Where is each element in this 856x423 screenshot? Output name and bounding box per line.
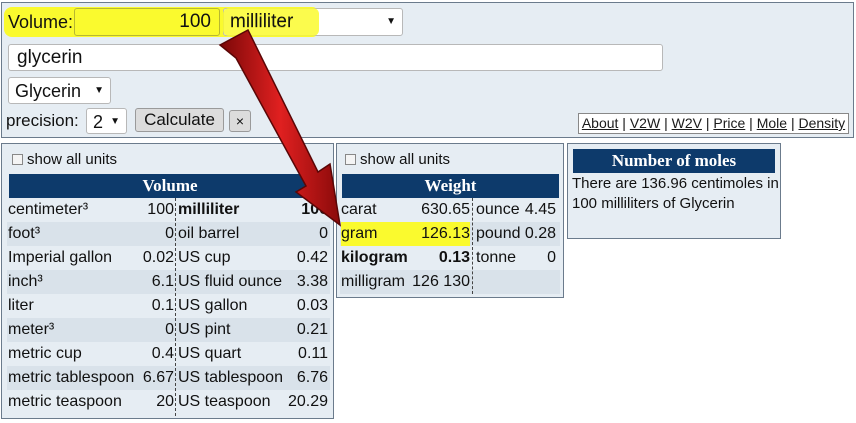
unit-value: 0.03 (296, 297, 328, 314)
weight-table-title: Weight (342, 174, 559, 198)
substance-select-value: Glycerin (15, 81, 82, 101)
chevron-down-icon: ▼ (94, 85, 104, 96)
unit-value: 3.38 (296, 273, 328, 290)
weight-table-panel: show all units Weight carat 630.65 ounce 4.… (336, 143, 564, 298)
moles-text: There are 136.96 centimoles in 100 milli… (572, 175, 779, 212)
weight-show-all[interactable]: show all units (345, 151, 450, 168)
link-about[interactable]: About (582, 115, 619, 131)
unit-value: 20 (156, 393, 174, 410)
unit-value: 0.28 (524, 225, 556, 242)
unit-value: 0.21 (296, 321, 328, 338)
unit-value: 630.65 (421, 201, 470, 218)
unit-value: 0 (165, 321, 174, 338)
unit-value: 0 (547, 249, 556, 266)
unit-value: 0.4 (151, 345, 174, 362)
unit-value: 126.13 (400, 222, 470, 246)
link-density[interactable]: Density (798, 115, 845, 131)
checkbox-icon[interactable] (345, 154, 356, 165)
table-row: inch³ 6.1 US fluid ounce 3.38 (7, 270, 330, 294)
substance-search-input[interactable] (8, 44, 663, 71)
volume-show-all[interactable]: show all units (12, 151, 117, 168)
table-row: kilogram 0.13 tonne 0 (340, 246, 560, 270)
volume-show-all-label: show all units (27, 151, 118, 168)
unit-value: 0 (165, 225, 174, 242)
link-v2w[interactable]: V2W (630, 115, 660, 131)
chevron-down-icon: ▼ (110, 116, 120, 127)
unit-value: 0.1 (151, 297, 174, 314)
volume-input[interactable] (74, 8, 220, 36)
volume-table-title: Volume (9, 174, 331, 198)
unit-value: 0.02 (142, 249, 174, 266)
table-row: centimeter³ 100 milliliter 100 (7, 198, 330, 222)
unit-value: 0 (319, 225, 328, 242)
table-row: metric cup 0.4 US quart 0.11 (7, 342, 330, 366)
substance-select[interactable]: Glycerin ▼ (8, 77, 111, 104)
table-row: metric teaspoon 20 US teaspoon 20.29 (7, 390, 330, 414)
table-row: liter 0.1 US gallon 0.03 (7, 294, 330, 318)
precision-select[interactable]: 2 ▼ (86, 108, 127, 134)
link-w2v[interactable]: W2V (672, 115, 702, 131)
unit-value: 126 130 (412, 273, 470, 290)
column-divider (472, 198, 473, 294)
unit-value: 4.45 (524, 201, 556, 218)
table-row: foot³ 0 oil barrel 0 (7, 222, 330, 246)
unit-value: 6.1 (151, 273, 174, 290)
link-price[interactable]: Price (713, 115, 745, 131)
unit-value: 0.42 (296, 249, 328, 266)
calculate-button[interactable]: Calculate (135, 108, 224, 132)
checkbox-icon[interactable] (12, 154, 23, 165)
volume-table-panel: show all units Volume centimeter³ 100 mill… (1, 143, 334, 419)
table-row: milligram 126 130 (340, 270, 560, 294)
table-row: gram 126.13 pound 0.28 (340, 222, 560, 246)
moles-panel: Number of moles There are 136.96 centimo… (567, 143, 781, 239)
chevron-down-icon: ▼ (386, 16, 396, 27)
link-mole[interactable]: Mole (757, 115, 787, 131)
precision-value: 2 (93, 112, 104, 132)
table-row: meter³ 0 US pint 0.21 (7, 318, 330, 342)
table-row: Imperial gallon 0.02 US cup 0.42 (7, 246, 330, 270)
precision-label: precision: (6, 111, 79, 130)
unit-value: 6.76 (296, 369, 328, 386)
clear-button[interactable]: × (229, 110, 251, 132)
table-row: metric tablespoon 6.67 US tablespoon 6.76 (7, 366, 330, 390)
moles-title: Number of moles (573, 149, 775, 173)
volume-unit-overlay-text: milliliter (230, 11, 294, 32)
volume-label: Volume: (8, 12, 74, 32)
column-divider (175, 198, 176, 416)
converter-panel: Volume: milliliter ▼ milliliter Glycerin… (1, 2, 854, 138)
weight-show-all-label: show all units (360, 151, 451, 168)
unit-value: 0.11 (298, 345, 328, 362)
table-row: carat 630.65 ounce 4.45 (340, 198, 560, 222)
unit-value: 100 (301, 201, 328, 218)
unit-value: 20.29 (287, 393, 328, 410)
nav-links: About | V2W | W2V | Price | Mole | Densi… (578, 113, 849, 134)
unit-value: 0.13 (438, 249, 470, 266)
unit-value: 6.67 (142, 369, 174, 386)
unit-value: 100 (147, 201, 174, 218)
